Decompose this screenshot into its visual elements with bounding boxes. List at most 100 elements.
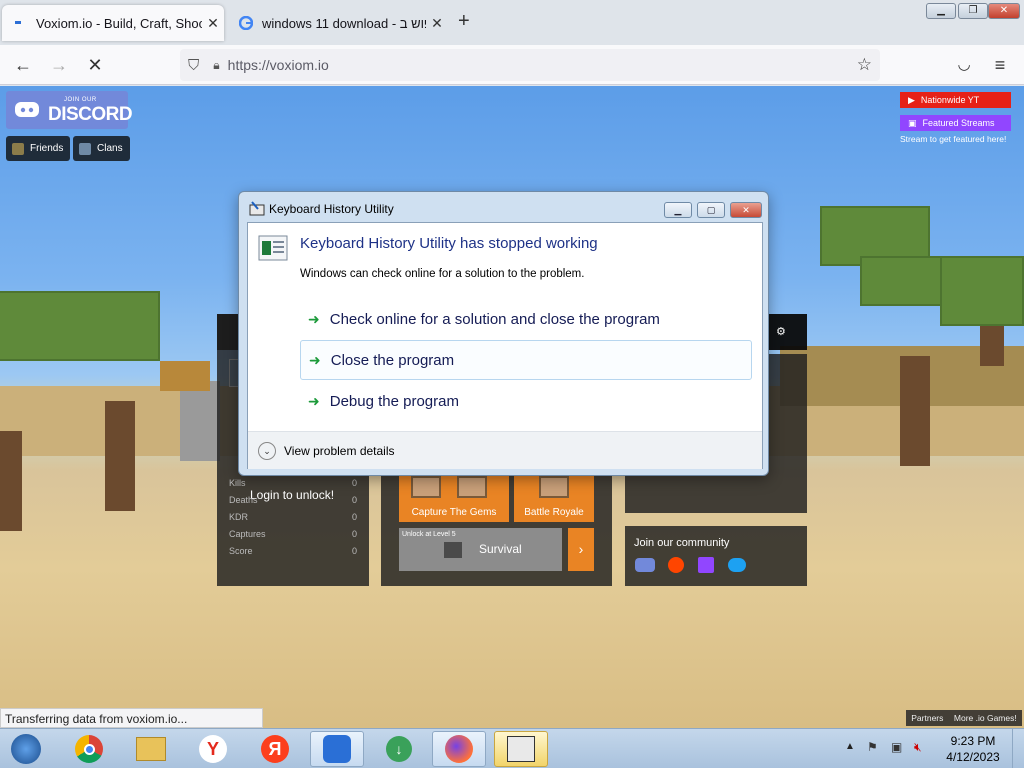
mode-capture-the-gems[interactable]: Capture The Gems bbox=[399, 474, 509, 522]
action-center-flag-icon[interactable]: ⚑ bbox=[867, 740, 878, 754]
download-icon: ↓ bbox=[386, 736, 412, 762]
twitch-icon: ▣ bbox=[908, 117, 917, 128]
status-bar: Transferring data from voxiom.io... bbox=[0, 708, 263, 728]
settings-icon[interactable]: ⚙ bbox=[776, 325, 786, 338]
bookmark-star-icon[interactable]: ☆ bbox=[857, 55, 872, 75]
clans-button[interactable]: Clans bbox=[73, 136, 130, 161]
tab-search[interactable]: windows 11 download - חיפוש ב ✕ bbox=[228, 5, 448, 41]
green-arrow-icon: ➜ bbox=[309, 351, 321, 368]
discord-icon bbox=[14, 99, 40, 124]
youtube-label: Nationwide YT bbox=[920, 95, 980, 105]
back-button[interactable]: ← bbox=[10, 53, 36, 77]
explorer-taskbar-button[interactable] bbox=[124, 731, 178, 767]
partners-bar: Partners More .io Games! bbox=[906, 710, 1022, 726]
menu-icon[interactable]: ≡ bbox=[987, 53, 1013, 77]
chevron-down-icon[interactable]: ⌄ bbox=[258, 441, 276, 460]
dialog-subtext: Windows can check online for a solution … bbox=[300, 268, 585, 280]
navigation-bar: ← → ✕ ⛉ 🔒︎ https://voxiom.io ☆ ◡ ≡ bbox=[0, 45, 1024, 85]
twitch-icon[interactable] bbox=[698, 557, 714, 573]
green-arrow-icon: ➜ bbox=[308, 310, 320, 327]
loading-icon bbox=[12, 15, 28, 31]
friends-button[interactable]: Friends bbox=[6, 136, 71, 161]
minimize-button[interactable]: ▁ bbox=[926, 3, 956, 19]
show-hidden-icons-button[interactable]: ▲ bbox=[845, 741, 855, 752]
unlock-note: Unlock at Level 5 bbox=[402, 531, 456, 538]
yandex-icon: Я bbox=[261, 735, 289, 763]
start-button[interactable] bbox=[6, 731, 46, 767]
download-taskbar-button[interactable]: ↓ bbox=[372, 731, 426, 767]
network-icon[interactable]: ▣ bbox=[891, 740, 902, 754]
yandex-browser-taskbar-button[interactable]: Y bbox=[186, 731, 240, 767]
tab-voxiom[interactable]: Voxiom.io - Build, Craft, Shoot ✕ bbox=[2, 5, 224, 41]
community-panel: Join our community bbox=[625, 526, 807, 586]
yandex-taskbar-button[interactable]: Я bbox=[248, 731, 302, 767]
reddit-icon[interactable] bbox=[668, 557, 684, 573]
more-games-link[interactable]: More .io Games! bbox=[954, 713, 1017, 723]
debug-program-option[interactable]: ➜ Debug the program bbox=[300, 381, 752, 421]
character-icon bbox=[411, 476, 441, 498]
new-tab-button[interactable]: + bbox=[458, 10, 470, 33]
url-bar[interactable]: ⛉ 🔒︎ https://voxiom.io ☆ bbox=[180, 49, 880, 81]
chrome-taskbar-button[interactable] bbox=[62, 731, 116, 767]
tab-title: windows 11 download - חיפוש ב bbox=[262, 15, 426, 31]
dialog-minimize-button[interactable]: ▁ bbox=[664, 202, 692, 218]
url-text[interactable]: https://voxiom.io bbox=[228, 57, 329, 73]
dialog-title: Keyboard History Utility bbox=[269, 202, 394, 216]
next-mode-button[interactable]: › bbox=[568, 528, 594, 571]
stop-loading-button[interactable]: ✕ bbox=[82, 53, 108, 77]
youtube-icon: ▶ bbox=[908, 94, 915, 105]
youtube-button[interactable]: ▶ Nationwide YT bbox=[900, 92, 1011, 108]
discord-icon[interactable] bbox=[635, 558, 655, 572]
close-tab-icon[interactable]: ✕ bbox=[202, 15, 224, 32]
dialog-footer: ⌄ View problem details bbox=[248, 431, 762, 469]
stat-kdr: KDR 0 bbox=[229, 512, 357, 522]
keyboard-utility-taskbar-button[interactable] bbox=[494, 731, 548, 767]
pocket-icon[interactable]: ◡ bbox=[951, 53, 977, 77]
program-icon bbox=[258, 235, 288, 266]
stat-kills: Kills 0 bbox=[229, 478, 357, 488]
stat-captures: Captures 0 bbox=[229, 529, 357, 539]
option-label: Close the program bbox=[330, 351, 455, 369]
community-label: Join our community bbox=[634, 537, 730, 549]
system-clock[interactable]: 9:23 PM 4/12/2023 bbox=[938, 733, 1008, 765]
dialog-maximize-button[interactable]: ▢ bbox=[697, 202, 725, 218]
discord-small-text: JOIN OUR bbox=[64, 97, 97, 103]
friends-icon bbox=[12, 142, 24, 155]
folder-icon bbox=[136, 737, 166, 761]
character-icon bbox=[457, 476, 487, 498]
featured-streams-button[interactable]: ▣ Featured Streams bbox=[900, 115, 1011, 131]
stat-deaths: Deaths 0 bbox=[229, 495, 357, 505]
friends-label: Friends bbox=[30, 143, 64, 154]
mode-battle-royale[interactable]: Battle Royale bbox=[514, 474, 594, 522]
mode-survival[interactable]: Unlock at Level 5 Survival bbox=[399, 528, 562, 571]
forward-button[interactable]: → bbox=[46, 53, 72, 77]
twitter-icon[interactable] bbox=[728, 558, 746, 572]
clans-label: Clans bbox=[97, 143, 123, 154]
dialog-close-button[interactable]: ✕ bbox=[730, 202, 762, 218]
show-desktop-button[interactable] bbox=[1012, 729, 1024, 768]
firefox-icon bbox=[445, 735, 473, 763]
lock-icon[interactable]: 🔒︎ bbox=[213, 58, 219, 73]
taskbar: Y Я ↓ ▲ ⚑ ▣ 🔇︎ 9:23 PM 4/12/2023 bbox=[0, 728, 1024, 768]
volume-muted-icon[interactable]: 🔇︎ bbox=[914, 740, 922, 755]
firefox-taskbar-button[interactable] bbox=[432, 731, 486, 767]
restore-button[interactable]: ❐ bbox=[958, 3, 988, 19]
keyboard-utility-icon bbox=[249, 201, 265, 222]
app-icon bbox=[323, 735, 351, 763]
app-taskbar-button[interactable] bbox=[310, 731, 364, 767]
dialog-heading: Keyboard History Utility has stopped wor… bbox=[300, 235, 598, 252]
cube-icon bbox=[444, 542, 462, 558]
close-program-option[interactable]: ➜ Close the program bbox=[300, 340, 752, 380]
close-tab-icon[interactable]: ✕ bbox=[426, 15, 448, 32]
character-icon bbox=[539, 476, 569, 498]
view-details-link[interactable]: View problem details bbox=[284, 444, 395, 458]
shield-icon[interactable]: ⛉ bbox=[188, 57, 199, 74]
close-window-button[interactable]: ✕ bbox=[988, 3, 1020, 19]
partners-link[interactable]: Partners bbox=[911, 713, 943, 723]
chrome-icon bbox=[75, 735, 103, 763]
check-online-option[interactable]: ➜ Check online for a solution and close … bbox=[300, 299, 752, 339]
discord-banner[interactable]: JOIN OUR DISCORD bbox=[6, 91, 133, 129]
option-label: Debug the program bbox=[329, 392, 459, 410]
dialog-body: Keyboard History Utility has stopped wor… bbox=[247, 222, 763, 469]
featured-label: Featured Streams bbox=[922, 118, 995, 128]
